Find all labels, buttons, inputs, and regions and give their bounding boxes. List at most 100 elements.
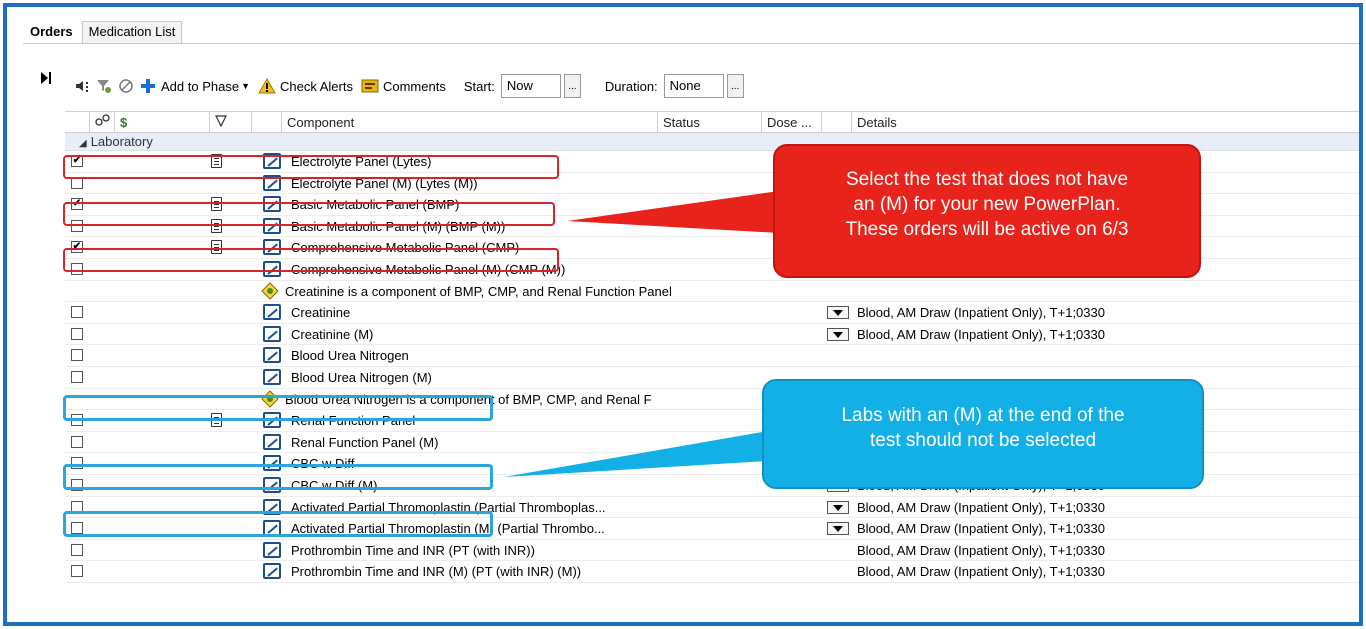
comments-label: Comments	[382, 78, 446, 94]
row-checkbox[interactable]	[71, 435, 83, 448]
row-checkbox[interactable]	[71, 327, 83, 340]
row-checkbox[interactable]	[71, 306, 83, 319]
order-icon	[263, 153, 281, 169]
row-component: CBC w Diff	[291, 456, 355, 472]
details-dropdown[interactable]	[827, 522, 849, 536]
table-row[interactable]: Blood Urea Nitrogen	[65, 345, 1359, 367]
row-checkbox[interactable]	[71, 414, 83, 427]
table-row[interactable]: Prothrombin Time and INR (M) (PT (with I…	[65, 561, 1359, 583]
window-frame: Orders Medication List Add to Phase ▼ Ch…	[3, 3, 1363, 626]
row-details: Blood, AM Draw (Inpatient Only), T+1;033…	[857, 499, 1105, 515]
order-icon	[263, 541, 281, 558]
order-icon	[263, 412, 281, 429]
tab-orders[interactable]: Orders	[23, 21, 80, 43]
row-checkbox[interactable]: ✔	[71, 241, 83, 254]
link-icon	[95, 114, 111, 130]
document-icon	[211, 240, 222, 255]
row-checkbox[interactable]: ✔	[71, 155, 83, 167]
row-checkbox[interactable]	[71, 457, 83, 470]
check-alerts-button[interactable]: Check Alerts	[258, 77, 353, 95]
row-component: Activated Partial Thromoplastin (Partial…	[291, 499, 606, 515]
details-dropdown[interactable]	[827, 500, 849, 514]
column-cost[interactable]: $	[114, 112, 209, 133]
order-icon	[263, 347, 281, 364]
row-checkbox[interactable]	[71, 565, 83, 578]
row-component: Blood Urea Nitrogen	[291, 348, 409, 364]
row-component: Electrolyte Panel (Lytes)	[291, 154, 432, 169]
table-row[interactable]: Activated Partial Thromoplastin (M) (Par…	[65, 518, 1359, 540]
document-icon	[211, 413, 222, 428]
row-checkbox[interactable]	[71, 500, 83, 513]
details-dropdown[interactable]	[827, 306, 849, 320]
check-alerts-label: Check Alerts	[279, 78, 353, 94]
section-label: Laboratory	[90, 134, 153, 149]
column-link[interactable]	[89, 112, 114, 133]
row-component: Comprehensive Metabolic Panel (CMP)	[291, 240, 520, 256]
row-checkbox[interactable]	[71, 370, 83, 383]
row-component: Basic Metabolic Panel (M) (BMP (M))	[291, 218, 506, 234]
document-icon	[211, 154, 222, 168]
add-to-phase-button[interactable]: Add to Phase ▼	[139, 77, 250, 95]
details-dropdown[interactable]	[827, 327, 849, 341]
column-status[interactable]: Status	[657, 112, 761, 133]
note-icon	[261, 389, 279, 408]
collapse-triangle-icon: ◢	[79, 138, 87, 149]
document-icon	[211, 197, 222, 212]
red-callout-line-3: These orders will be active on 6/3	[845, 219, 1129, 240]
start-input[interactable]: Now	[500, 74, 561, 98]
row-checkbox[interactable]	[71, 176, 83, 189]
order-icon	[263, 304, 281, 321]
table-row[interactable]: Activated Partial Thromoplastin (Partial…	[65, 497, 1359, 519]
order-icon	[263, 498, 281, 515]
red-callout-line-1: Select the test that does not have	[845, 169, 1129, 190]
comments-button[interactable]: Comments	[361, 77, 446, 95]
row-checkbox[interactable]: ✔	[71, 198, 83, 211]
row-checkbox[interactable]	[71, 219, 83, 232]
add-to-phase-label: Add to Phase	[161, 78, 240, 94]
table-row[interactable]: Creatinine (M) Blood, AM Draw (Inpatient …	[65, 324, 1359, 346]
blue-callout-line-2: test should not be selected	[869, 430, 1097, 451]
tab-medication-list[interactable]: Medication List	[81, 21, 183, 43]
duration-input[interactable]: None	[663, 74, 724, 98]
column-spacer	[821, 112, 851, 133]
row-component: Prothrombin Time and INR (PT (with INR))	[291, 542, 535, 558]
column-details[interactable]: Details	[851, 112, 1359, 133]
column-type[interactable]	[251, 112, 281, 133]
row-checkbox[interactable]	[71, 478, 83, 491]
row-details: Blood, AM Draw (Inpatient Only), T+1;033…	[857, 521, 1105, 537]
table-row[interactable]: Creatinine Blood, AM Draw (Inpatient Only…	[65, 302, 1359, 324]
row-component: Creatinine is a component of BMP, CMP, a…	[285, 283, 672, 299]
row-details: Blood, AM Draw (Inpatient Only), T+1;033…	[857, 542, 1105, 558]
table-row[interactable]: Creatinine is a component of BMP, CMP, a…	[65, 281, 1359, 303]
flag-filter-icon	[215, 115, 227, 130]
table-row[interactable]: Prothrombin Time and INR (PT (with INR))…	[65, 540, 1359, 562]
order-icon	[263, 174, 281, 191]
duration-picker-button[interactable]: ...	[726, 74, 744, 98]
collapse-panel-icon[interactable]	[41, 71, 51, 88]
row-checkbox[interactable]	[71, 262, 83, 275]
column-dose[interactable]: Dose ...	[761, 112, 821, 133]
row-checkbox[interactable]	[71, 349, 83, 362]
order-icon	[263, 217, 281, 234]
row-component: Comprehensive Metabolic Panel (M) (CMP (…	[291, 261, 566, 277]
row-checkbox[interactable]	[71, 543, 83, 556]
filter-icon[interactable]	[95, 77, 113, 95]
red-callout: Select the test that does not have an (M…	[773, 144, 1201, 278]
cancel-icon[interactable]	[117, 77, 135, 95]
order-icon	[263, 476, 281, 493]
tab-bar: Orders Medication List	[23, 21, 184, 43]
row-details: Blood, AM Draw (Inpatient Only), T+1;033…	[857, 564, 1105, 580]
blue-callout: Labs with an (M) at the end of the test …	[762, 379, 1204, 489]
order-icon	[263, 368, 281, 385]
speaker-icon[interactable]	[73, 77, 91, 95]
row-checkbox[interactable]	[71, 522, 83, 535]
order-icon	[263, 196, 281, 213]
row-details: Blood, AM Draw (Inpatient Only), T+1;033…	[857, 326, 1105, 342]
start-picker-button[interactable]: ...	[563, 74, 581, 98]
column-component[interactable]: Component	[281, 112, 657, 133]
row-component: Creatinine	[291, 305, 351, 321]
order-icon	[263, 433, 281, 450]
column-flag[interactable]	[209, 112, 251, 133]
duration-label: Duration:	[604, 78, 658, 94]
grid-header: $ Component Status Dose ... Details	[65, 111, 1359, 133]
